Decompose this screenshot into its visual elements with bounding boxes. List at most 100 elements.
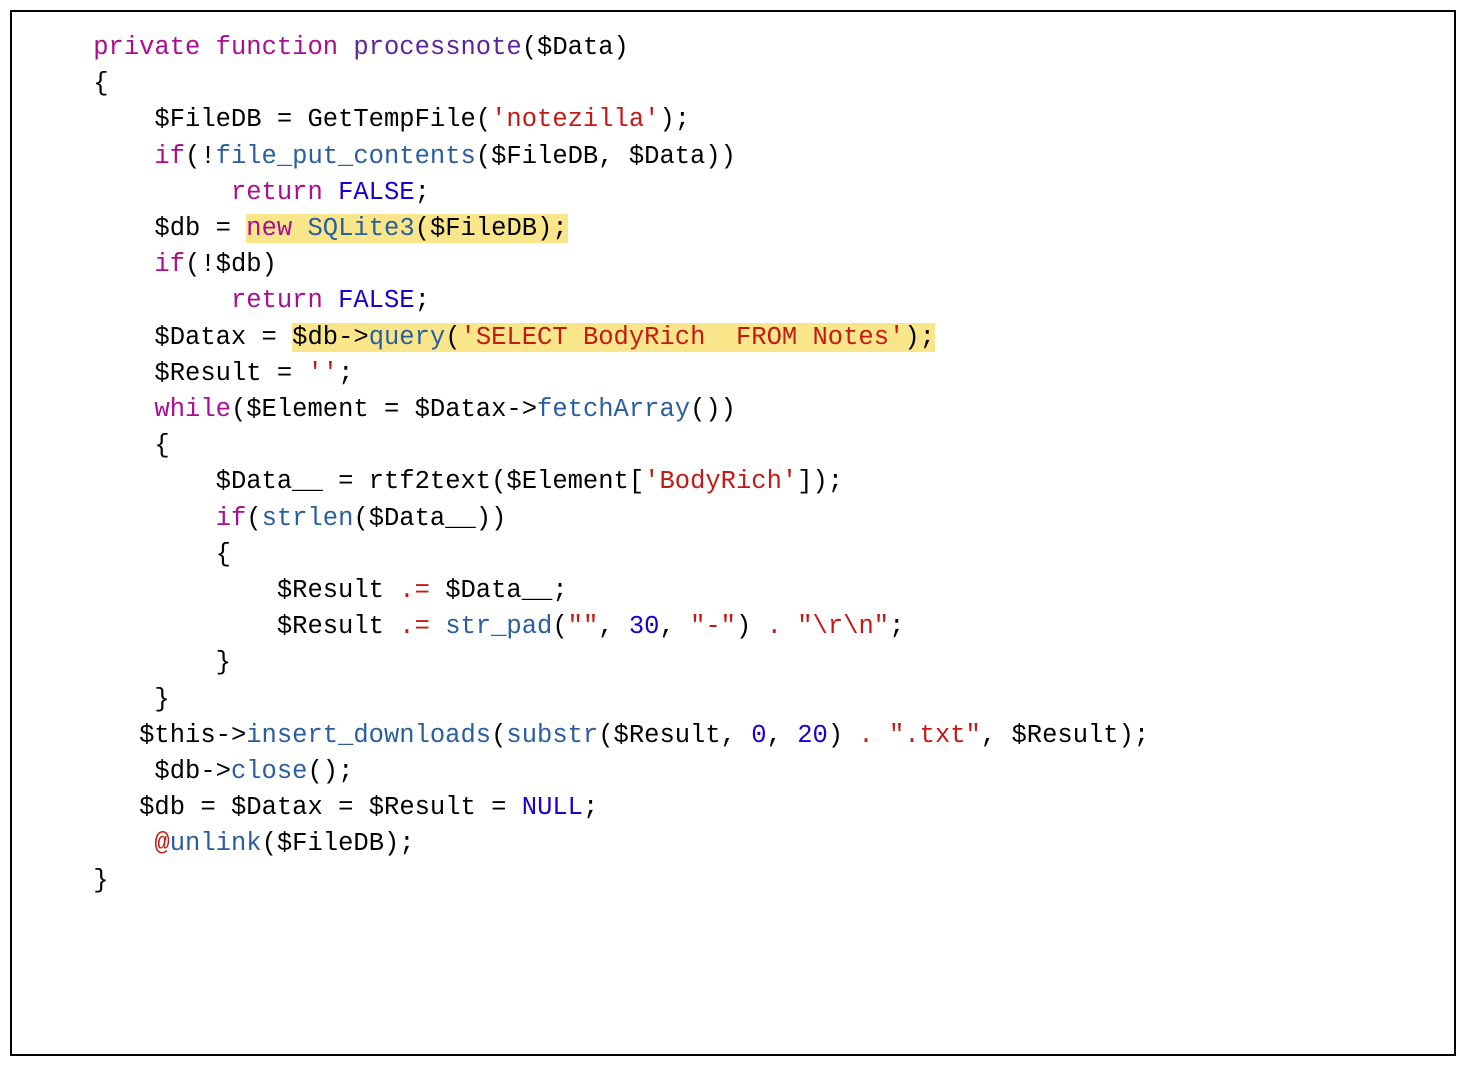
punct: , [659, 612, 690, 641]
obj: $this [139, 721, 216, 750]
param: $Data [537, 33, 614, 62]
punct: , [598, 612, 629, 641]
punct: ) [262, 250, 277, 279]
class-name: SQLite3 [308, 214, 415, 243]
punct: )) [705, 142, 736, 171]
code-line: $Result .= str_pad("", 30, "-") . "\r\n"… [32, 612, 904, 641]
arg: $FileDB [277, 829, 384, 858]
punct: ); [904, 323, 935, 352]
keyword: function [216, 33, 338, 62]
highlight: new SQLite3($FileDB); [246, 214, 567, 243]
punct: (! [185, 142, 216, 171]
op: .= [399, 576, 430, 605]
var: $Result [369, 793, 476, 822]
punct: ; [552, 576, 567, 605]
punct: ( [231, 395, 246, 424]
call: rtf2text [369, 467, 491, 496]
method: close [231, 757, 308, 786]
code-line: $this->insert_downloads(substr($Result, … [32, 721, 1149, 750]
code-line: if(strlen($Data__)) [32, 504, 506, 533]
rhs: $Data__ [430, 576, 552, 605]
method: query [369, 323, 446, 352]
op: = [262, 105, 308, 134]
code-line: $Result = ''; [32, 359, 353, 388]
punct: ( [353, 504, 368, 533]
brace: { [216, 540, 231, 569]
brace: } [216, 648, 231, 677]
arg: $FileDB [491, 142, 598, 171]
string: 'notezilla' [491, 105, 659, 134]
arg: $Result [1011, 721, 1118, 750]
arg: $Element [506, 467, 628, 496]
brace: { [154, 431, 169, 460]
keyword: new [246, 214, 292, 243]
arg: $Data__ [369, 504, 476, 533]
punct: ( [445, 323, 460, 352]
punct: ; [583, 793, 598, 822]
punct: ( [598, 721, 613, 750]
punct: ) [614, 33, 629, 62]
var: $Result [277, 576, 384, 605]
punct: ( [491, 721, 506, 750]
number: 20 [797, 721, 828, 750]
punct: )) [476, 504, 507, 533]
string: "-" [690, 612, 736, 641]
punct: (! [185, 250, 216, 279]
code-line: $Data__ = rtf2text($Element['BodyRich'])… [32, 467, 843, 496]
code-line: { [32, 540, 231, 569]
code-line: } [32, 685, 170, 714]
code-line: private function processnote($Data) [32, 33, 629, 62]
code-line: { [32, 431, 170, 460]
code-line: $Result .= $Data__; [32, 576, 568, 605]
op: = [246, 323, 292, 352]
arg: $Data [629, 142, 706, 171]
code-line: while($Element = $Datax->fetchArray()) [32, 395, 736, 424]
punct: ; [415, 178, 430, 207]
call: GetTempFile [307, 105, 475, 134]
string: 'SELECT BodyRich FROM Notes' [461, 323, 905, 352]
code-line: return FALSE; [32, 286, 430, 315]
code-line: $db = new SQLite3($FileDB); [32, 214, 568, 243]
punct: ); [537, 214, 568, 243]
op: . [751, 612, 797, 641]
punct: () [690, 395, 721, 424]
op: = [262, 359, 308, 388]
string: 'BodyRich' [644, 467, 797, 496]
punct: ; [415, 286, 430, 315]
keyword: return [231, 178, 323, 207]
keyword: if [154, 142, 185, 171]
punct: (); [307, 757, 353, 786]
op: = [200, 214, 246, 243]
punct: ; [338, 359, 353, 388]
var: $Result [154, 359, 261, 388]
keyword: private [93, 33, 200, 62]
punct: [ [629, 467, 644, 496]
brace: } [154, 685, 169, 714]
op: = [476, 793, 522, 822]
arrow: -> [216, 721, 247, 750]
builtin: file_put_contents [216, 142, 476, 171]
var: $db [216, 250, 262, 279]
space [292, 214, 307, 243]
punct: ] [797, 467, 812, 496]
arg: $FileDB [430, 214, 537, 243]
obj: $db [292, 323, 338, 352]
builtin: substr [506, 721, 598, 750]
punct: ( [246, 504, 261, 533]
var: $FileDB [154, 105, 261, 134]
op: . [843, 721, 889, 750]
var: $Result [277, 612, 384, 641]
arg: $Result [614, 721, 721, 750]
punct: ( [552, 612, 567, 641]
punct: ) [721, 395, 736, 424]
const: FALSE [338, 178, 415, 207]
punct: ( [262, 829, 277, 858]
obj: $Datax [415, 395, 507, 424]
string: ".txt" [889, 721, 981, 750]
obj: $db [154, 757, 200, 786]
code-line: $FileDB = GetTempFile('notezilla'); [32, 105, 690, 134]
code-block: private function processnote($Data) { $F… [32, 30, 1434, 899]
builtin: strlen [262, 504, 354, 533]
code-line: $db = $Datax = $Result = NULL; [32, 793, 598, 822]
var: $Datax [154, 323, 246, 352]
